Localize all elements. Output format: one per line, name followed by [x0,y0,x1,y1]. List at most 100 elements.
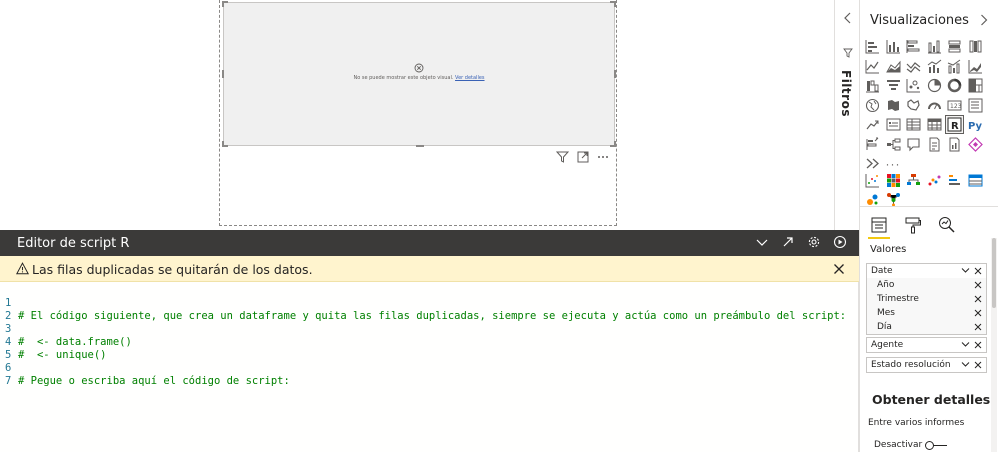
resize-handle[interactable] [614,141,616,147]
remove-field-icon[interactable] [974,323,982,331]
line-chart-icon[interactable] [864,58,881,75]
treemap-icon[interactable] [967,77,984,94]
r-visual-container[interactable]: No se puede mostrar este objeto visual. … [222,1,616,147]
map-icon[interactable] [864,97,881,114]
scrollbar-thumb[interactable] [992,238,996,308]
field-well-agente[interactable]: Agente [866,337,987,353]
custom-hierarchy-visual-icon[interactable] [905,172,922,189]
more-options-icon[interactable] [597,151,609,163]
decomposition-tree-icon[interactable] [885,136,902,153]
ribbon-chart-icon[interactable] [967,58,984,75]
matrix-icon[interactable] [926,116,943,133]
funnel-chart-icon[interactable] [885,77,902,94]
field-date-day[interactable]: Día [867,320,986,334]
custom-bar-visual-icon[interactable] [946,172,963,189]
format-tab[interactable] [902,214,924,236]
stacked-column-chart-icon[interactable] [885,38,902,55]
remove-field-icon[interactable] [974,295,982,303]
pane-scrollbar[interactable] [991,238,997,452]
power-automate-icon[interactable] [967,136,984,153]
resize-handle[interactable] [614,1,616,7]
paginated-report-icon[interactable] [946,136,963,153]
custom-dot-plot-visual-icon[interactable] [926,172,943,189]
close-icon[interactable] [833,263,845,275]
field-well-estado-resolucion[interactable]: Estado resolución [866,357,987,373]
code-text[interactable]: # Pegue o escriba aquí el código de scri… [18,375,290,388]
remove-field-icon[interactable] [974,267,982,275]
analytics-tab[interactable] [936,214,958,236]
line-and-clustered-column-icon[interactable] [946,58,963,75]
100-stacked-bar-icon[interactable] [946,38,963,55]
card-icon[interactable]: 123 [946,97,963,114]
code-text[interactable]: # El código siguiente, que crea un dataf… [18,310,846,323]
line-and-stacked-column-icon[interactable] [926,58,943,75]
custom-table-visual-icon[interactable] [967,172,984,189]
field-date-quarter[interactable]: Trimestre [867,292,986,306]
field-well-date[interactable]: Date Año Trimestre Mes Día [866,263,987,335]
custom-scatter-visual-icon[interactable] [864,172,881,189]
focus-mode-icon[interactable] [577,151,589,163]
gauge-icon[interactable] [926,97,943,114]
custom-heatmap-visual-icon[interactable] [885,172,902,189]
drillthrough-section-title: Obtener detalles [872,392,991,407]
remove-field-icon[interactable] [974,281,982,289]
resize-handle[interactable] [614,70,616,78]
r-code-editor[interactable]: 1 # El código siguiente, que crea un dat… [0,282,859,452]
qa-visual-icon[interactable] [905,136,922,153]
shape-map-icon[interactable] [905,97,922,114]
filled-map-icon[interactable] [885,97,902,114]
chevron-down-icon[interactable] [961,341,970,348]
visual-error-details-link[interactable]: Ver detalles [455,75,485,81]
filter-icon[interactable] [556,151,569,163]
donut-chart-icon[interactable] [946,77,963,94]
chevron-down-icon[interactable] [961,267,970,274]
clustered-column-chart-icon[interactable] [926,38,943,55]
values-well-label: Valores [870,244,907,255]
field-estado-header[interactable]: Estado resolución [867,358,986,372]
code-text[interactable]: # <- data.frame() [18,336,132,349]
field-date-header[interactable]: Date [867,264,986,278]
remove-field-icon[interactable] [974,341,982,349]
pie-chart-icon[interactable] [926,77,943,94]
chevron-down-icon[interactable] [961,361,970,368]
area-chart-icon[interactable] [885,58,902,75]
fields-tab[interactable] [868,214,890,239]
key-influencers-icon[interactable] [864,136,881,153]
slicer-icon[interactable] [885,116,902,133]
field-date-month[interactable]: Mes [867,306,986,320]
code-text[interactable]: # <- unique() [18,349,107,362]
cross-report-toggle-row[interactable]: Desactivar [874,440,948,450]
cross-report-toggle[interactable] [925,440,948,450]
report-canvas[interactable]: No se puede mostrar este objeto visual. … [0,0,834,230]
waterfall-chart-icon[interactable] [864,77,881,94]
python-visual-icon[interactable]: Py [967,116,984,133]
filters-label[interactable]: Filtros [839,70,853,117]
run-script-icon[interactable] [833,235,847,249]
resize-handle[interactable] [416,145,424,147]
chevron-right-icon[interactable] [980,14,988,26]
r-visual-icon[interactable]: R [945,115,964,134]
remove-field-icon[interactable] [974,361,982,369]
collapse-chevron-icon[interactable] [755,235,769,249]
table-icon[interactable] [905,116,922,133]
scatter-chart-icon[interactable] [905,77,922,94]
remove-field-icon[interactable] [974,309,982,317]
100-stacked-column-icon[interactable] [967,38,984,55]
open-external-editor-icon[interactable] [781,235,795,249]
clustered-bar-chart-icon[interactable] [905,38,922,55]
field-agente-header[interactable]: Agente [867,338,986,352]
stacked-bar-chart-icon[interactable] [864,38,881,55]
multi-row-card-icon[interactable] [967,97,984,114]
filters-pane-collapsed[interactable]: Filtros [834,0,859,230]
chevron-left-icon[interactable] [843,12,853,24]
smart-narrative-icon[interactable] [926,136,943,153]
field-date-year[interactable]: Año [867,278,986,292]
resize-handle[interactable] [222,141,224,147]
code-line: 2 [0,297,25,322]
resize-handle[interactable] [222,1,224,7]
more-visuals-icon[interactable]: ··· [885,155,902,172]
kpi-icon[interactable] [864,116,881,133]
stacked-area-chart-icon[interactable] [905,58,922,75]
power-apps-icon[interactable] [864,155,881,172]
settings-gear-icon[interactable] [807,235,821,249]
